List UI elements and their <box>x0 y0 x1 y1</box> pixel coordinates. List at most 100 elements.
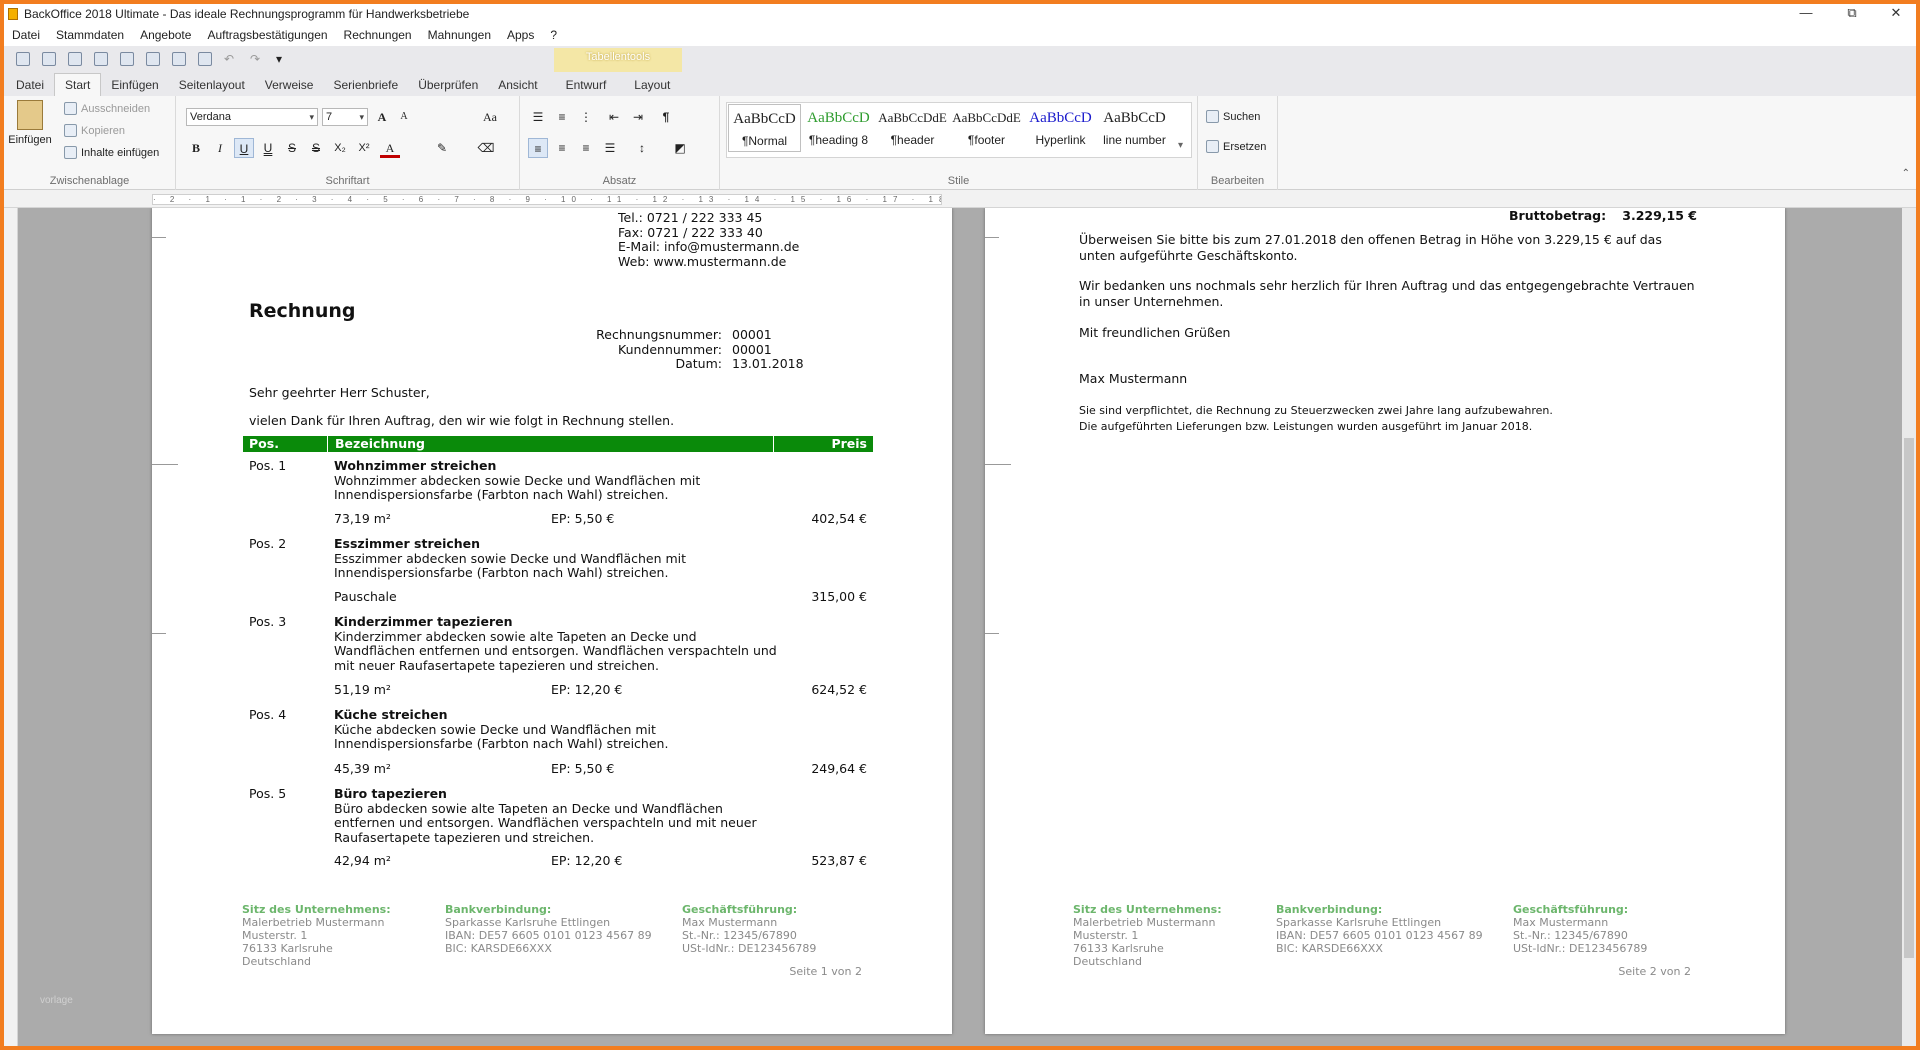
menu-rechnungen[interactable]: Rechnungen <box>336 24 420 46</box>
tab-einfuegen[interactable]: Einfügen <box>101 74 168 96</box>
page-2[interactable]: Bruttobetrag: 3.229,15 € Überweisen Sie … <box>985 208 1785 1034</box>
tab-layout[interactable]: Layout <box>624 74 680 96</box>
menu-auftragsbestaetigungen[interactable]: Auftragsbestätigungen <box>199 24 335 46</box>
new-document-icon[interactable] <box>16 52 30 66</box>
page-number: Seite 1 von 2 <box>789 965 862 978</box>
superscript-button[interactable]: X² <box>354 138 374 158</box>
print-icon[interactable] <box>146 52 160 66</box>
line-spacing-icon[interactable]: ↕ <box>632 138 652 158</box>
footer-line: Max Mustermann <box>1513 916 1609 929</box>
style-footer[interactable]: AaBbCcDdE ¶footer <box>950 104 1023 152</box>
margin-mark <box>985 633 999 634</box>
menu-stammdaten[interactable]: Stammdaten <box>48 24 132 46</box>
bold-button[interactable]: B <box>186 138 206 158</box>
paste-special-button[interactable]: Inhalte einfügen <box>64 146 159 159</box>
tab-datei[interactable]: Datei <box>6 74 54 96</box>
change-case-button[interactable]: Aa <box>476 107 504 127</box>
save-all-icon[interactable] <box>94 52 108 66</box>
undo-icon[interactable]: ↶ <box>224 52 238 66</box>
tab-ueberpruefen[interactable]: Überprüfen <box>408 74 488 96</box>
scrollbar-thumb[interactable] <box>1904 438 1914 958</box>
grow-font-button[interactable]: A <box>372 107 392 127</box>
menu-datei[interactable]: Datei <box>4 24 48 46</box>
vertical-ruler[interactable] <box>4 208 18 1046</box>
footer-line: Max Mustermann <box>682 916 778 929</box>
pilcrow-icon[interactable]: ¶ <box>656 107 676 127</box>
font-color-button[interactable]: A <box>380 138 400 158</box>
collapse-ribbon-icon[interactable]: ⌃ <box>1902 168 1910 179</box>
menu-mahnungen[interactable]: Mahnungen <box>420 24 499 46</box>
style-line-number[interactable]: AaBbCcD line number <box>1098 104 1171 152</box>
align-center-icon[interactable]: ≡ <box>552 138 572 158</box>
margin-mark <box>985 237 999 238</box>
font-name-select[interactable]: Verdana <box>186 108 318 126</box>
minimize-button[interactable]: — <box>1786 4 1826 22</box>
open-folder-icon[interactable] <box>42 52 56 66</box>
replace-button[interactable]: Ersetzen <box>1206 140 1266 153</box>
double-strike-button[interactable]: S <box>306 138 326 158</box>
cut-button[interactable]: Ausschneiden <box>64 102 150 115</box>
payment-text: Überweisen Sie bitte bis zum 27.01.2018 … <box>1079 232 1662 264</box>
paste-button[interactable]: Einfügen <box>8 100 52 152</box>
close-button[interactable]: ✕ <box>1876 4 1916 22</box>
menu-apps[interactable]: Apps <box>499 24 542 46</box>
numbered-list-icon[interactable]: ≡ <box>552 107 572 127</box>
style-header[interactable]: AaBbCcDdE ¶header <box>876 104 949 152</box>
menu-angebote[interactable]: Angebote <box>132 24 199 46</box>
maximize-button[interactable]: ⧉ <box>1832 4 1872 22</box>
style-normal[interactable]: AaBbCcD ¶Normal <box>728 104 801 152</box>
shrink-font-button[interactable]: A <box>394 107 414 127</box>
italic-button[interactable]: I <box>210 138 230 158</box>
print-setup-icon[interactable] <box>172 52 186 66</box>
multilevel-list-icon[interactable]: ⋮ <box>576 107 596 127</box>
tab-ansicht[interactable]: Ansicht <box>488 74 547 96</box>
clear-format-icon[interactable]: ⌫ <box>476 138 496 158</box>
tab-start[interactable]: Start <box>54 73 102 96</box>
subscript-button[interactable]: X₂ <box>330 138 350 158</box>
bullet-list-icon[interactable]: ☰ <box>528 107 548 127</box>
footer-company-seat: Sitz des Unternehmens: Malerbetrieb Must… <box>242 903 391 968</box>
horizontal-ruler[interactable]: · 2 · 1 · 1 · 2 · 3 · 4 · 5 · 6 · 7 · 8 … <box>4 190 1916 208</box>
find-label: Suchen <box>1223 110 1261 123</box>
paste-label: Einfügen <box>8 134 52 146</box>
justify-icon[interactable]: ☰ <box>600 138 620 158</box>
position-label: Pos. 4 <box>249 707 287 722</box>
strikethrough-button[interactable]: S <box>282 138 302 158</box>
underline-button[interactable]: U <box>234 138 254 158</box>
redo-icon[interactable]: ↷ <box>250 52 264 66</box>
menu-help[interactable]: ? <box>542 24 565 46</box>
clipboard-group: Einfügen Ausschneiden Kopieren Inhalte e… <box>4 96 176 190</box>
tab-seitenlayout[interactable]: Seitenlayout <box>169 74 255 96</box>
edit-group-label: Bearbeiten <box>1210 175 1265 187</box>
customize-toolbar-icon[interactable]: ▾ <box>276 52 290 66</box>
vertical-scrollbar[interactable] <box>1902 208 1916 1046</box>
style-hyperlink[interactable]: AaBbCcD Hyperlink <box>1024 104 1097 152</box>
font-size-select[interactable]: 7 <box>322 108 368 126</box>
align-left-icon[interactable]: ≡ <box>528 138 548 158</box>
highlight-icon[interactable]: ✎ <box>432 138 452 158</box>
footer-line: Musterstr. 1 <box>1073 929 1139 942</box>
tab-serienbriefe[interactable]: Serienbriefe <box>323 74 408 96</box>
double-underline-button[interactable]: U <box>258 138 278 158</box>
tab-verweise[interactable]: Verweise <box>255 74 324 96</box>
style-hyperlink-preview: AaBbCcD <box>1029 110 1092 126</box>
increase-indent-icon[interactable]: ⇥ <box>628 107 648 127</box>
decrease-indent-icon[interactable]: ⇤ <box>604 107 624 127</box>
print-preview-icon[interactable] <box>198 52 212 66</box>
replace-label: Ersetzen <box>1223 140 1267 153</box>
copy-button[interactable]: Kopieren <box>64 124 125 137</box>
pdf-icon[interactable] <box>120 52 134 66</box>
style-heading-8[interactable]: AaBbCcD ¶heading 8 <box>802 104 875 152</box>
footer-seat-heading: Sitz des Unternehmens: <box>242 903 391 916</box>
save-icon[interactable] <box>68 52 82 66</box>
find-button[interactable]: Suchen <box>1206 110 1260 123</box>
align-right-icon[interactable]: ≡ <box>576 138 596 158</box>
position-label: Pos. 2 <box>249 536 287 551</box>
shading-icon[interactable]: ◩ <box>670 138 690 158</box>
copy-icon <box>64 124 77 137</box>
tab-entwurf[interactable]: Entwurf <box>556 74 617 96</box>
page-1[interactable]: Tel.: 0721 / 222 333 45 Fax: 0721 / 222 … <box>152 208 952 1034</box>
styles-more-icon[interactable]: ▾ <box>1178 140 1183 151</box>
ribbon-tabs: Datei Start Einfügen Seitenlayout Verwei… <box>4 72 1916 96</box>
position-line: Wandflächen entfernen und entsorgen. Wan… <box>334 643 777 658</box>
